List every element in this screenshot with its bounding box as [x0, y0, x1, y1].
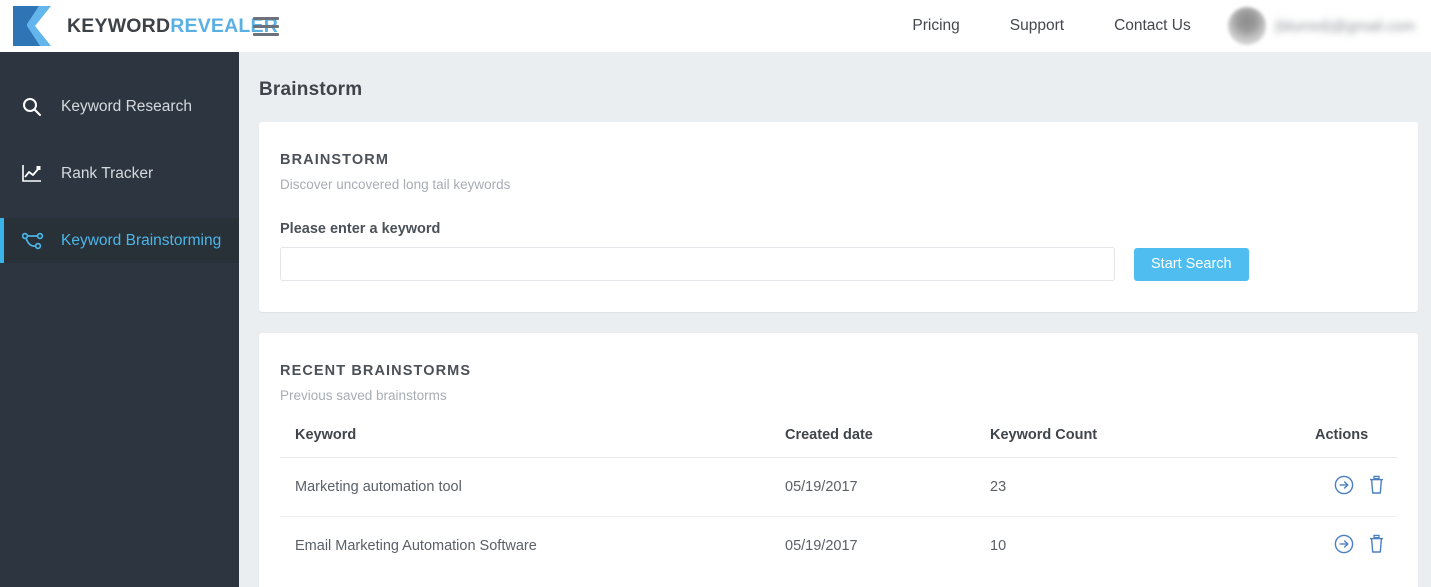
page-title: Brainstorm: [259, 79, 363, 100]
search-icon: [22, 96, 48, 118]
trash-icon[interactable]: [1368, 475, 1385, 495]
table-header-row: Keyword Created date Keyword Count Actio…: [280, 427, 1397, 458]
sitemap-icon: [22, 230, 48, 252]
recent-card-title: RECENT BRAINSTORMS: [280, 363, 472, 379]
column-header-actions: Actions: [1315, 427, 1397, 458]
main-content: Brainstorm BRAINSTORM Discover uncovered…: [239, 52, 1431, 587]
brand-wordmark: KEYWORDREVEALER: [67, 15, 278, 38]
keyword-input[interactable]: [280, 247, 1115, 281]
start-search-button[interactable]: Start Search: [1134, 247, 1249, 281]
sidebar-item-label: Keyword Research: [61, 97, 192, 115]
arrow-right-circle-icon[interactable]: [1334, 534, 1354, 554]
column-header-created-date: Created date: [785, 427, 990, 458]
cell-keyword: Marketing automation tool: [280, 457, 785, 517]
sidebar-item-rank-tracker[interactable]: Rank Tracker: [0, 151, 239, 196]
top-header-bar: KEYWORDREVEALER Pricing Support Contact …: [0, 0, 1431, 52]
table-row[interactable]: Email Marketing Automation Software 05/1…: [280, 517, 1397, 576]
brand-wordmark-first: KEYWORD: [67, 14, 171, 37]
brainstorm-card-subtitle: Discover uncovered long tail keywords: [280, 177, 511, 192]
keyword-field-label: Please enter a keyword: [280, 221, 441, 237]
cell-keyword-count: 23: [990, 457, 1315, 517]
hamburger-icon[interactable]: [253, 11, 279, 41]
sidebar: Keyword Research Rank Tracker Keyword Br…: [0, 52, 239, 587]
hamburger-bar: [253, 32, 279, 36]
cell-actions: [1315, 457, 1397, 517]
top-navigation: Pricing Support Contact Us (blurred)@gma…: [887, 0, 1431, 52]
brand-logo-area[interactable]: KEYWORDREVEALER: [0, 0, 278, 52]
table-bottom-spacer: [259, 575, 1418, 587]
sidebar-item-keyword-research[interactable]: Keyword Research: [0, 84, 239, 129]
recent-brainstorms-card: RECENT BRAINSTORMS Previous saved brains…: [259, 333, 1418, 587]
table-row[interactable]: Marketing automation tool 05/19/2017 23: [280, 457, 1397, 517]
nav-link-support[interactable]: Support: [985, 0, 1089, 52]
hamburger-bar: [253, 24, 279, 28]
keyword-revealer-logo-icon: [9, 4, 55, 48]
trash-icon[interactable]: [1368, 534, 1385, 554]
brainstorm-card-title: BRAINSTORM: [280, 152, 390, 168]
cell-keyword: Email Marketing Automation Software: [295, 538, 537, 554]
sidebar-item-label: Keyword Brainstorming: [61, 231, 222, 249]
column-header-keyword: Keyword: [280, 427, 785, 458]
hamburger-bar: [253, 16, 279, 20]
cell-created-date: 05/19/2017: [785, 457, 990, 517]
cell-created-date: 05/19/2017: [785, 538, 858, 554]
recent-card-subtitle: Previous saved brainstorms: [280, 388, 447, 403]
sidebar-item-label: Rank Tracker: [61, 164, 154, 182]
user-account-menu[interactable]: (blurred)@gmail.com: [1216, 7, 1415, 45]
cell-keyword-count: 10: [990, 538, 1007, 554]
nav-link-contact-us[interactable]: Contact Us: [1089, 0, 1216, 52]
chart-line-icon: [22, 163, 48, 185]
recent-brainstorms-table: Keyword Created date Keyword Count Actio…: [280, 427, 1397, 575]
column-header-keyword-count: Keyword Count: [990, 427, 1315, 458]
avatar: [1227, 7, 1266, 45]
keyword-search-row: Start Search: [259, 237, 1418, 312]
arrow-right-circle-icon[interactable]: [1334, 475, 1354, 495]
sidebar-item-keyword-brainstorming[interactable]: Keyword Brainstorming: [0, 218, 239, 263]
cell-actions: [1315, 517, 1397, 576]
user-email-label: (blurred)@gmail.com: [1274, 17, 1415, 35]
brainstorm-card: BRAINSTORM Discover uncovered long tail …: [259, 122, 1418, 312]
nav-link-pricing[interactable]: Pricing: [887, 0, 984, 52]
